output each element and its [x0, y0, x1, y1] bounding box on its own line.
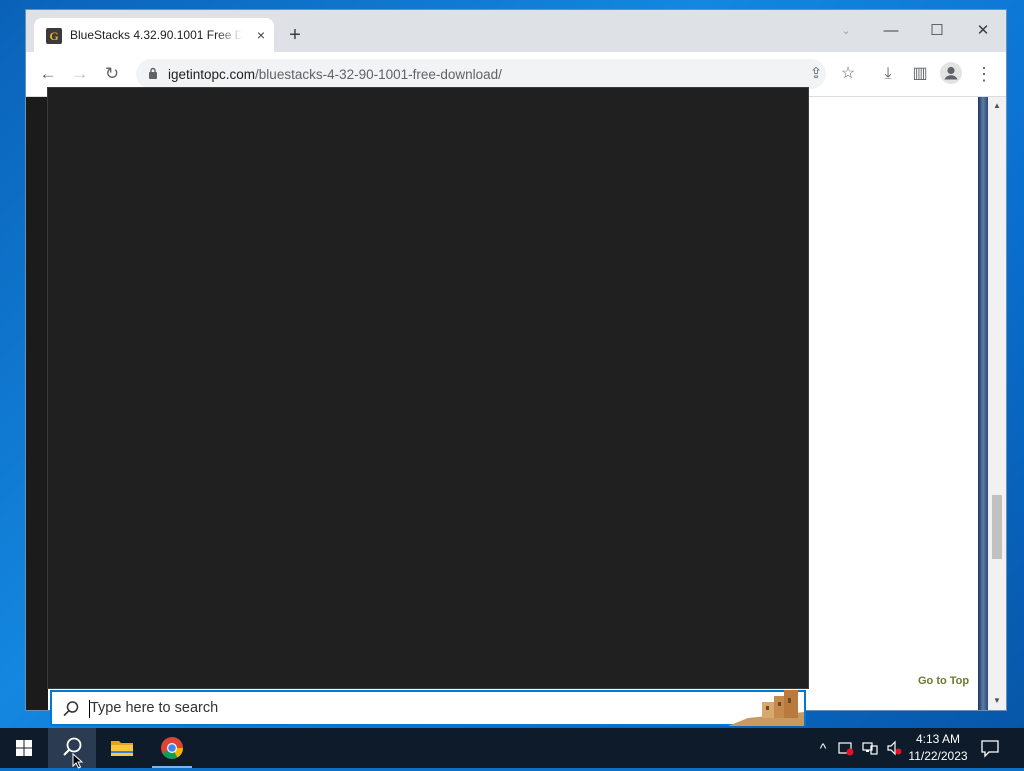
chrome-menu-icon[interactable]: ⋮ [974, 64, 994, 84]
address-bar[interactable]: igetintopc.com/bluestacks-4-32-90-1001-f… [136, 59, 826, 89]
share-icon[interactable]: ⇪ [806, 64, 826, 84]
scroll-thumb[interactable] [992, 495, 1002, 559]
tray-overflow-chevron-icon[interactable]: ^ [815, 740, 831, 756]
start-button[interactable] [0, 728, 48, 768]
url-text: igetintopc.com/bluestacks-4-32-90-1001-f… [168, 67, 502, 82]
back-button[interactable]: ← [38, 64, 58, 84]
chrome-taskbar-button[interactable] [148, 728, 196, 768]
page-scrollbar[interactable]: ▲ ▼ [988, 97, 1006, 710]
volume-muted-icon[interactable] [886, 740, 902, 756]
clock-date[interactable]: 11/22/2023 [905, 749, 971, 763]
page-right-border [978, 97, 988, 710]
lock-icon [149, 67, 157, 79]
file-explorer-button[interactable] [98, 728, 146, 768]
scroll-up-icon[interactable]: ▲ [988, 99, 1006, 113]
url-path: /bluestacks-4-32-90-1001-free-download/ [255, 67, 502, 82]
minimize-button[interactable]: — [871, 18, 911, 44]
bookmark-star-icon[interactable]: ☆ [838, 64, 858, 84]
maximize-button[interactable]: ☐ [917, 18, 957, 44]
chrome-icon [161, 737, 183, 759]
folder-icon [111, 741, 133, 756]
tab-search-button[interactable]: ⌄ [826, 18, 866, 44]
download-icon[interactable]: ⤓ [878, 64, 898, 84]
taskbar-search-box[interactable]: Type here to search [50, 690, 806, 726]
forward-button[interactable]: → [70, 64, 90, 84]
browser-tab[interactable]: G BlueStacks 4.32.90.1001 Free Download … [34, 18, 274, 52]
search-placeholder: Type here to search [90, 700, 219, 716]
side-panel-icon[interactable]: ▥ [910, 64, 930, 84]
security-alert-icon[interactable] [838, 740, 854, 756]
windows-logo-icon [16, 740, 32, 756]
profile-avatar[interactable] [940, 62, 962, 84]
site-favicon-icon: G [46, 28, 62, 44]
notification-center-icon[interactable] [980, 738, 1000, 758]
go-to-top-link[interactable]: Go to Top [918, 675, 969, 687]
search-icon [63, 701, 79, 717]
network-icon[interactable] [862, 740, 878, 756]
tab-close-icon[interactable]: × [252, 26, 270, 44]
new-tab-button[interactable]: + [284, 24, 306, 46]
windows-taskbar: ^ 4:13 AM 11/22/2023 [0, 728, 1024, 768]
search-flyout-panel [48, 88, 808, 688]
title-bar: G BlueStacks 4.32.90.1001 Free Download … [26, 10, 1006, 52]
reload-button[interactable]: ↻ [102, 64, 122, 84]
profile-icon [944, 66, 958, 80]
clock-time[interactable]: 4:13 AM [905, 732, 971, 746]
tab-title: BlueStacks 4.32.90.1001 Free Download [70, 28, 242, 42]
close-window-button[interactable]: ✕ [963, 18, 1003, 44]
scroll-down-icon[interactable]: ▼ [988, 694, 1006, 708]
search-highlight-illustration [728, 690, 804, 726]
mouse-cursor-icon [72, 753, 84, 769]
page-left-border [26, 97, 48, 710]
